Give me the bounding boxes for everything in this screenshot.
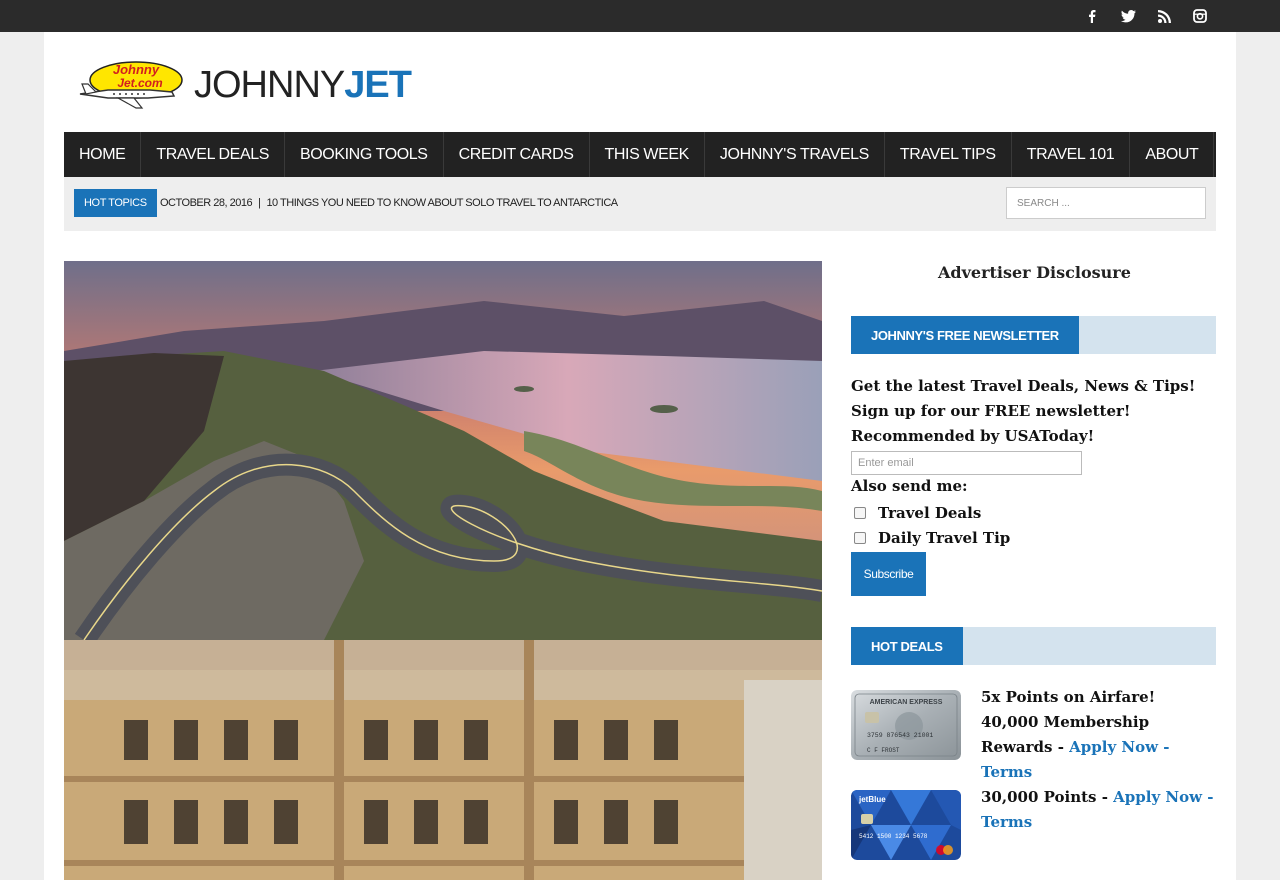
deal-1-text: 5x Points on Airfare! 40,000 Membership …: [981, 685, 1216, 785]
jetblue-card-name: jetBlue: [858, 795, 886, 804]
travel-deals-label: Travel Deals: [878, 504, 982, 522]
option-daily-travel-tip[interactable]: Daily Travel Tip: [854, 529, 1010, 547]
hot-deals-widget-title: Hot Deals: [851, 627, 963, 665]
hot-topics-bar: Hot Topics October 28, 2016 | 10 Things …: [64, 177, 1216, 231]
newsletter-widget-title: Johnny's Free Newsletter: [851, 316, 1079, 354]
jetblue-card-number: 5412 1500 1234 5678: [859, 833, 928, 840]
logo-wordmark: JOHNNYJET: [194, 64, 412, 107]
amex-card-image[interactable]: AMERICAN EXPRESS 3759 876543 21001 C F F…: [851, 690, 961, 760]
also-send-label: Also send me:: [851, 477, 968, 495]
email-field[interactable]: Enter email: [851, 451, 1082, 475]
rss-icon[interactable]: [1146, 0, 1182, 32]
daily-travel-tip-label: Daily Travel Tip: [878, 529, 1011, 547]
advertiser-disclosure-link[interactable]: Advertiser Disclosure: [938, 263, 1131, 282]
subscribe-button[interactable]: Subscribe: [851, 552, 926, 596]
svg-text:Johnny: Johnny: [113, 62, 160, 77]
newsletter-widget-header: Johnny's Free Newsletter: [851, 316, 1216, 354]
logo-word-jet: JET: [344, 64, 412, 106]
twitter-icon[interactable]: [1110, 0, 1146, 32]
daily-travel-tip-checkbox[interactable]: [854, 532, 866, 544]
jetblue-card-image[interactable]: jetBlue 5412 1500 1234 5678: [851, 790, 961, 860]
deal-2-text: 30,000 Points - Apply Now - Terms: [981, 785, 1216, 835]
facebook-icon[interactable]: [1074, 0, 1110, 32]
hot-topic-date: October 28, 2016: [160, 197, 253, 209]
nav-item-travel-tips[interactable]: Travel Tips: [885, 132, 1012, 177]
deal-1-terms-link[interactable]: Terms: [981, 763, 1032, 781]
svg-text:Jet.com: Jet.com: [117, 76, 163, 90]
amex-card-name: AMERICAN EXPRESS: [870, 699, 943, 706]
site-logo[interactable]: Johnny Jet.com JOHNNYJET: [78, 56, 418, 112]
deal-2-terms-link[interactable]: Terms: [981, 813, 1032, 831]
option-travel-deals[interactable]: Travel Deals: [854, 504, 981, 522]
main-nav: Home Travel Deals Booking Tools Credit C…: [64, 132, 1216, 177]
nav-item-travel-deals[interactable]: Travel Deals: [141, 132, 285, 177]
hot-topic-separator: |: [258, 197, 261, 209]
logo-word-johnny: JOHNNY: [194, 64, 345, 106]
newsletter-description: Get the latest Travel Deals, News & Tips…: [851, 377, 1196, 445]
nav-item-about[interactable]: About: [1130, 132, 1215, 177]
deal-1-link-separator: -: [1158, 738, 1170, 756]
amex-card-number: 3759 876543 21001: [867, 732, 933, 739]
nav-item-this-week[interactable]: This Week: [590, 132, 705, 177]
deal-2-apply-link[interactable]: Apply Now: [1113, 788, 1202, 806]
nav-item-credit-cards[interactable]: Credit Cards: [444, 132, 590, 177]
instagram-icon[interactable]: [1182, 0, 1218, 32]
travel-deals-checkbox[interactable]: [854, 507, 866, 519]
top-bar: [0, 0, 1280, 32]
hot-topic-headline[interactable]: 10 Things You Need to Know About Solo Tr…: [266, 197, 618, 209]
hot-topic-item[interactable]: October 28, 2016 | 10 Things You Need to…: [160, 189, 618, 217]
featured-image-scenic-road[interactable]: [64, 261, 822, 640]
page-container: Johnny Jet.com JOHNNYJET Home Travel Dea…: [44, 32, 1236, 880]
amex-card-holder: C F FROST: [867, 747, 900, 754]
nav-item-johnnys-travels[interactable]: Johnny's Travels: [705, 132, 885, 177]
featured-image-hotel-building[interactable]: [64, 640, 822, 880]
hot-deals-widget-header: Hot Deals: [851, 627, 1216, 665]
nav-item-booking-tools[interactable]: Booking Tools: [285, 132, 444, 177]
deal-1-apply-link[interactable]: Apply Now: [1069, 738, 1158, 756]
deal-2-link-separator: -: [1202, 788, 1214, 806]
nav-item-travel-101[interactable]: Travel 101: [1012, 132, 1131, 177]
nav-item-home[interactable]: Home: [64, 132, 142, 177]
search-input[interactable]: SEARCH ...: [1006, 187, 1206, 219]
hot-topics-label: Hot Topics: [74, 189, 157, 217]
logo-plane-icon: Johnny Jet.com: [79, 61, 183, 109]
deal-2-description: 30,000 Points -: [981, 788, 1114, 806]
